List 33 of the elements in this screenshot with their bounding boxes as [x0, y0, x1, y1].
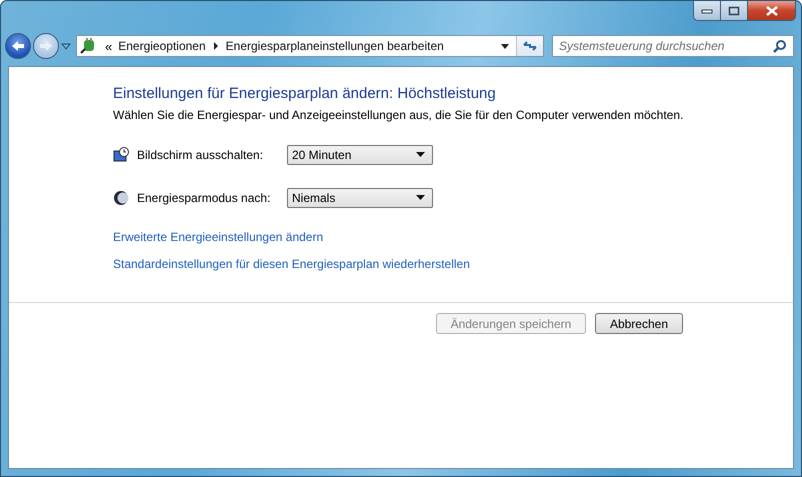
close-icon: [764, 6, 778, 16]
maximize-icon: [728, 6, 740, 16]
minimize-button[interactable]: [694, 1, 721, 20]
dropdown-caret-icon: [416, 195, 425, 201]
arrow-left-icon: [11, 40, 25, 52]
breadcrumb-item[interactable]: Energieoptionen: [118, 39, 206, 53]
setting-label: Bildschirm ausschalten:: [137, 148, 264, 162]
refresh-button[interactable]: [516, 36, 543, 56]
forward-button[interactable]: [33, 33, 59, 59]
minimize-icon: [701, 8, 713, 14]
dropdown[interactable]: Niemals: [287, 188, 433, 208]
search-field[interactable]: Systemsteuerung durchsuchen: [552, 35, 794, 57]
breadcrumb-item[interactable]: Energiesparplaneinstellungen bearbeiten: [226, 39, 444, 53]
moon-icon: [113, 190, 129, 206]
back-button[interactable]: [5, 33, 31, 59]
dropdown[interactable]: 20 Minuten: [287, 145, 433, 165]
dropdown-caret-icon[interactable]: [500, 42, 510, 50]
refresh-icon: [522, 39, 538, 53]
cancel-button[interactable]: Abbrechen: [594, 313, 683, 334]
link[interactable]: Erweiterte Energieeinstellungen ändern: [113, 230, 324, 244]
chevron-right-icon[interactable]: [212, 41, 220, 51]
monitor-clock-icon: [113, 147, 129, 163]
breadcrumb-overflow[interactable]: «: [105, 38, 112, 54]
setting-label: Energiesparmodus nach:: [137, 191, 272, 205]
address-bar[interactable]: « Energieoptionen Energiesparplaneinstellungen bearbeiten: [76, 35, 544, 57]
maximize-button[interactable]: [721, 1, 748, 20]
dropdown-caret-icon: [416, 152, 425, 158]
search-icon: [773, 39, 787, 53]
description-text: Wählen Sie die Energiespar- und Anzeigeeinstellungen aus, die Sie für den Computer verwenden möchten.: [113, 108, 684, 122]
page-heading: Einstellungen für Energiesparplan ändern: Höchstleistung: [113, 85, 497, 102]
close-button[interactable]: [748, 1, 795, 20]
arrow-right-icon: [39, 40, 53, 52]
link[interactable]: Standardeinstellungen für diesen Energiesparplan wiederherstellen: [113, 257, 470, 271]
